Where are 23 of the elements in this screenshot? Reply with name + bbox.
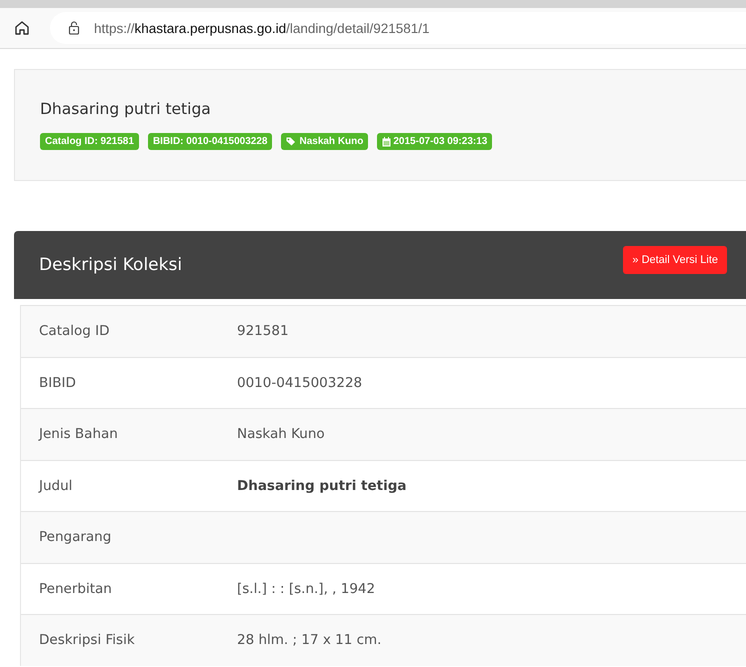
detail-lite-button[interactable]: » Detail Versi Lite: [623, 246, 727, 274]
field-value: Naskah Kuno: [237, 426, 325, 442]
info-badge: Naskah Kuno: [281, 133, 368, 150]
field-label: Penerbitan: [39, 580, 113, 597]
field-label: Catalog ID: [39, 323, 111, 340]
field-label: BIBID: [39, 374, 77, 391]
field-value: Dhasaring putri tetiga: [237, 478, 407, 494]
field-value: [s.l.] : : [s.n.], , 1942: [237, 580, 376, 597]
home-icon[interactable]: [14, 20, 30, 36]
lock-icon[interactable]: [68, 21, 80, 35]
field-value: 28 hlm. ; 17 x 11 cm.: [237, 632, 382, 648]
field-label: Judul: [39, 478, 74, 494]
panel-title: Deskripsi Koleksi: [39, 255, 182, 275]
field-value: 921581: [237, 323, 289, 340]
info-badge: BIBID: 0010-0415003228: [148, 133, 272, 150]
field-label: Deskripsi Fisik: [39, 632, 136, 648]
address-field[interactable]: https://khastara.perpusnas.go.id/landing/detail/921581/1: [50, 12, 746, 44]
info-badge: 2015-07-03 09:23:13: [377, 133, 492, 150]
field-label: Jenis Bahan: [39, 426, 119, 442]
info-badge: Catalog ID: 921581: [40, 133, 139, 150]
field-label: Pengarang: [39, 529, 112, 546]
collection-title: Dhasaring putri tetiga: [40, 100, 212, 118]
field-value: 0010-0415003228: [237, 374, 362, 391]
